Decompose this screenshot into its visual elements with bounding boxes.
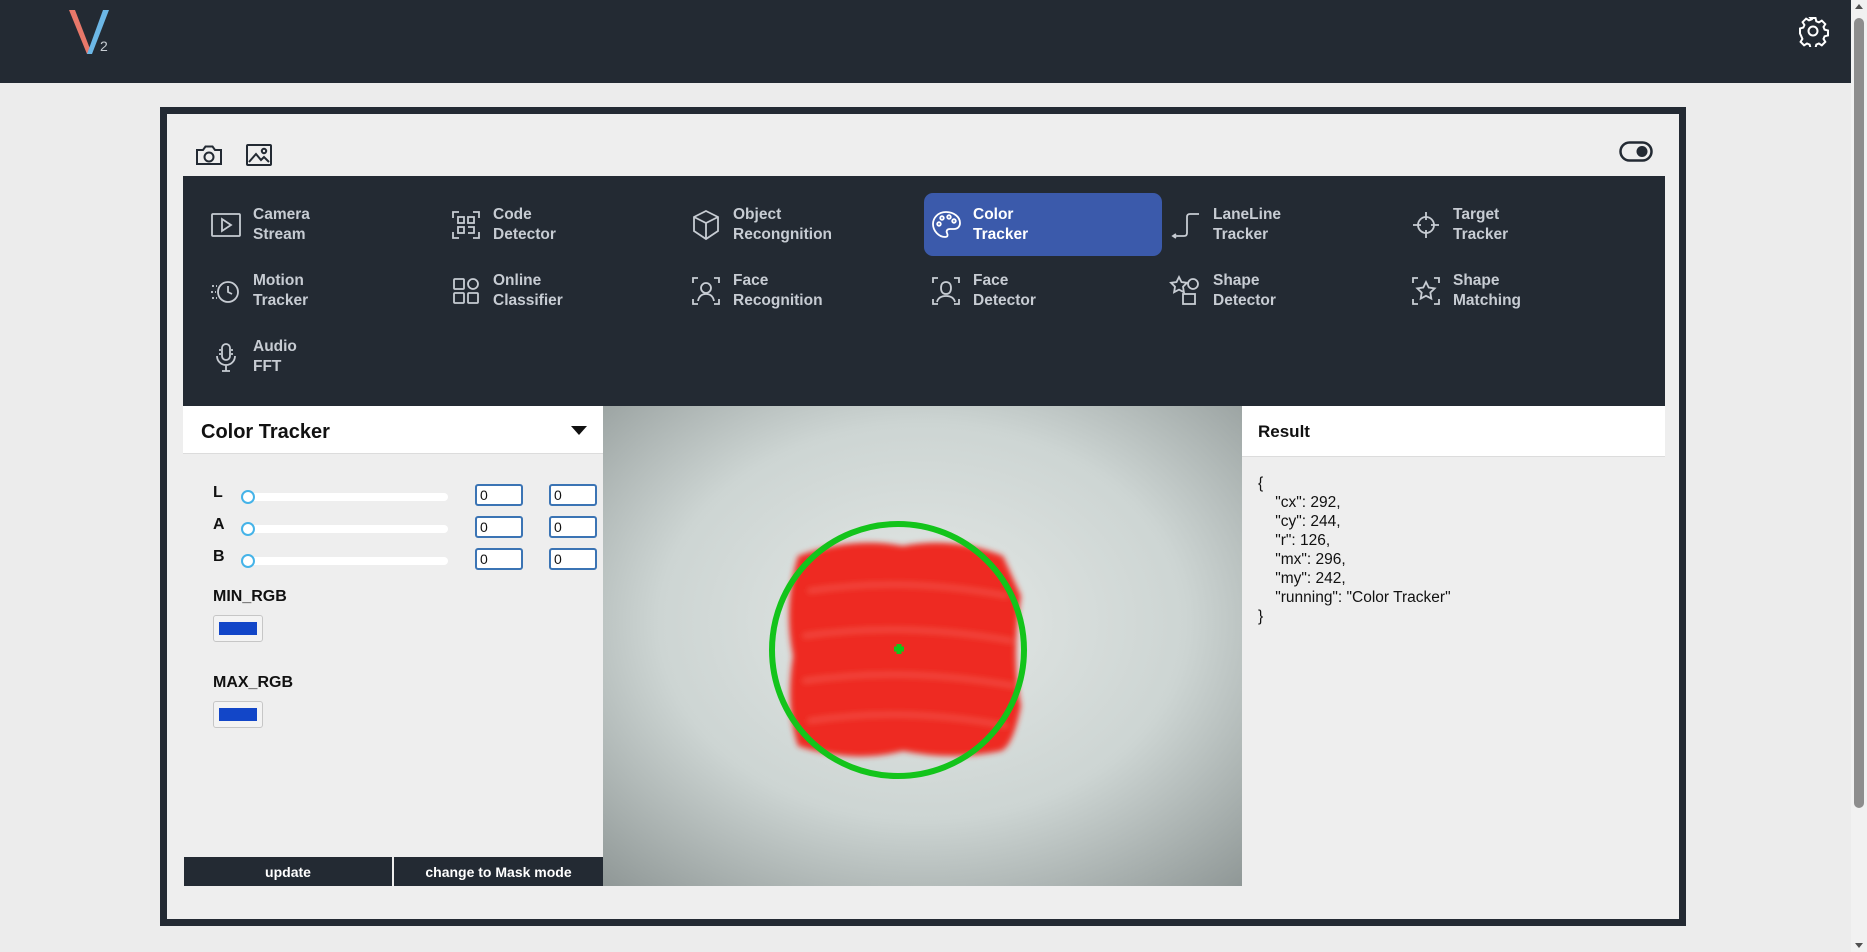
- menu-item-shape-detector[interactable]: Shape Detector: [1164, 259, 1402, 322]
- toggle-switch-icon[interactable]: [1619, 141, 1653, 162]
- cube-icon: [693, 209, 719, 240]
- min-rgb-swatch-fill: [219, 622, 257, 635]
- a-max-input[interactable]: [549, 516, 597, 538]
- menu-item-audio-fft[interactable]: Audio FFT: [204, 325, 442, 388]
- menu-item-label: Face Detector: [973, 271, 1036, 309]
- result-panel: Result { "cx": 292, "cy": 244, "r": 126,…: [1242, 406, 1665, 886]
- result-title: Result: [1258, 422, 1310, 441]
- menu-item-label: Shape Matching: [1453, 271, 1522, 309]
- b-min-input[interactable]: [475, 548, 523, 570]
- slider-label: L: [213, 484, 223, 501]
- menu-item-label: Motion Tracker: [253, 271, 309, 309]
- image-icon[interactable]: [244, 141, 274, 169]
- panel-title: Color Tracker: [201, 421, 330, 443]
- menu-item-face-recognition[interactable]: Face Recognition: [684, 259, 922, 322]
- menu-item-label: Online Classifier: [493, 271, 563, 309]
- face-recognition-icon: [692, 276, 720, 305]
- result-header: Result: [1242, 406, 1665, 457]
- menu-item-target-tracker[interactable]: Target Tracker: [1404, 193, 1642, 256]
- camera-view: [603, 406, 1242, 886]
- page-scrollbar[interactable]: [1851, 0, 1867, 952]
- panel-header: Color Tracker: [183, 406, 603, 454]
- min-rgb-color-picker[interactable]: [213, 615, 263, 642]
- menu-item-label: Shape Detector: [1213, 271, 1276, 309]
- mode-menu: Camera Stream Code Detector Object Recon…: [183, 176, 1665, 406]
- red-object: [789, 542, 1021, 757]
- top-bar: V 2: [0, 0, 1851, 83]
- menu-item-label: LaneLine Tracker: [1213, 205, 1282, 243]
- lane-icon: [1171, 212, 1199, 239]
- main-frame: Camera Stream Code Detector Object Recon…: [160, 107, 1686, 926]
- shapes-icon: [1169, 274, 1199, 305]
- b-max-input[interactable]: [549, 548, 597, 570]
- l-min-input[interactable]: [475, 484, 523, 506]
- chevron-down-icon[interactable]: [571, 426, 587, 435]
- slider-thumb[interactable]: [241, 522, 255, 536]
- slider-row-b: B: [183, 548, 603, 574]
- scroll-thumb[interactable]: [1854, 18, 1864, 808]
- a-min-input[interactable]: [475, 516, 523, 538]
- motion-icon: [211, 280, 239, 303]
- slider-track[interactable]: [243, 525, 448, 533]
- menu-item-label: Face Recognition: [733, 271, 823, 309]
- max-rgb-label: MAX_RGB: [213, 674, 294, 691]
- play-icon: [211, 212, 241, 237]
- logo-version: 2: [100, 38, 108, 54]
- slider-row-l: L: [183, 484, 603, 510]
- grid-icon: [453, 277, 479, 304]
- palette-icon: [932, 210, 961, 238]
- result-json: { "cx": 292, "cy": 244, "r": 126, "mx": …: [1258, 475, 1451, 625]
- slider-track[interactable]: [243, 493, 448, 501]
- menu-item-label: Camera Stream: [253, 205, 310, 243]
- slider-thumb[interactable]: [241, 490, 255, 504]
- menu-item-laneline-tracker[interactable]: LaneLine Tracker: [1164, 193, 1402, 256]
- gear-icon[interactable]: [1797, 15, 1829, 47]
- star-icon: [1412, 276, 1440, 305]
- max-rgb-color-picker[interactable]: [213, 701, 263, 728]
- camera-icon[interactable]: [194, 141, 224, 169]
- menu-item-label: Audio FFT: [253, 337, 297, 375]
- menu-item-online-classifier[interactable]: Online Classifier: [444, 259, 682, 322]
- microphone-icon: [216, 342, 236, 372]
- menu-item-camera-stream[interactable]: Camera Stream: [204, 193, 442, 256]
- menu-item-label: Target Tracker: [1453, 205, 1509, 243]
- menu-item-motion-tracker[interactable]: Motion Tracker: [204, 259, 442, 322]
- camera-frame-image: [603, 406, 1242, 886]
- l-max-input[interactable]: [549, 484, 597, 506]
- menu-item-object-recognition[interactable]: Object Recongnition: [684, 193, 922, 256]
- menu-item-label: Code Detector: [493, 205, 556, 243]
- menu-item-code-detector[interactable]: Code Detector: [444, 193, 682, 256]
- qr-code-icon: [452, 210, 480, 239]
- mask-mode-button[interactable]: change to Mask mode: [394, 857, 603, 886]
- menu-item-shape-matching[interactable]: Shape Matching: [1404, 259, 1642, 322]
- menu-item-color-tracker[interactable]: Color Tracker: [924, 193, 1162, 256]
- settings-panel: Color Tracker L A B MIN_RGB M: [183, 406, 603, 886]
- scroll-down-arrow-icon[interactable]: [1855, 943, 1863, 948]
- face-detector-icon: [932, 276, 960, 305]
- min-rgb-label: MIN_RGB: [213, 588, 287, 605]
- slider-row-a: A: [183, 516, 603, 542]
- crosshair-icon: [1413, 211, 1439, 238]
- scroll-up-arrow-icon[interactable]: [1855, 4, 1863, 9]
- menu-item-face-detector[interactable]: Face Detector: [924, 259, 1162, 322]
- slider-thumb[interactable]: [241, 554, 255, 568]
- menu-item-label: Color Tracker: [973, 205, 1029, 243]
- logo-letter: V: [65, 4, 76, 8]
- update-button[interactable]: update: [184, 857, 392, 886]
- slider-label: B: [213, 548, 225, 565]
- slider-label: A: [213, 516, 225, 533]
- slider-track[interactable]: [243, 557, 448, 565]
- max-rgb-swatch-fill: [219, 708, 257, 721]
- menu-item-label: Object Recongnition: [733, 205, 833, 243]
